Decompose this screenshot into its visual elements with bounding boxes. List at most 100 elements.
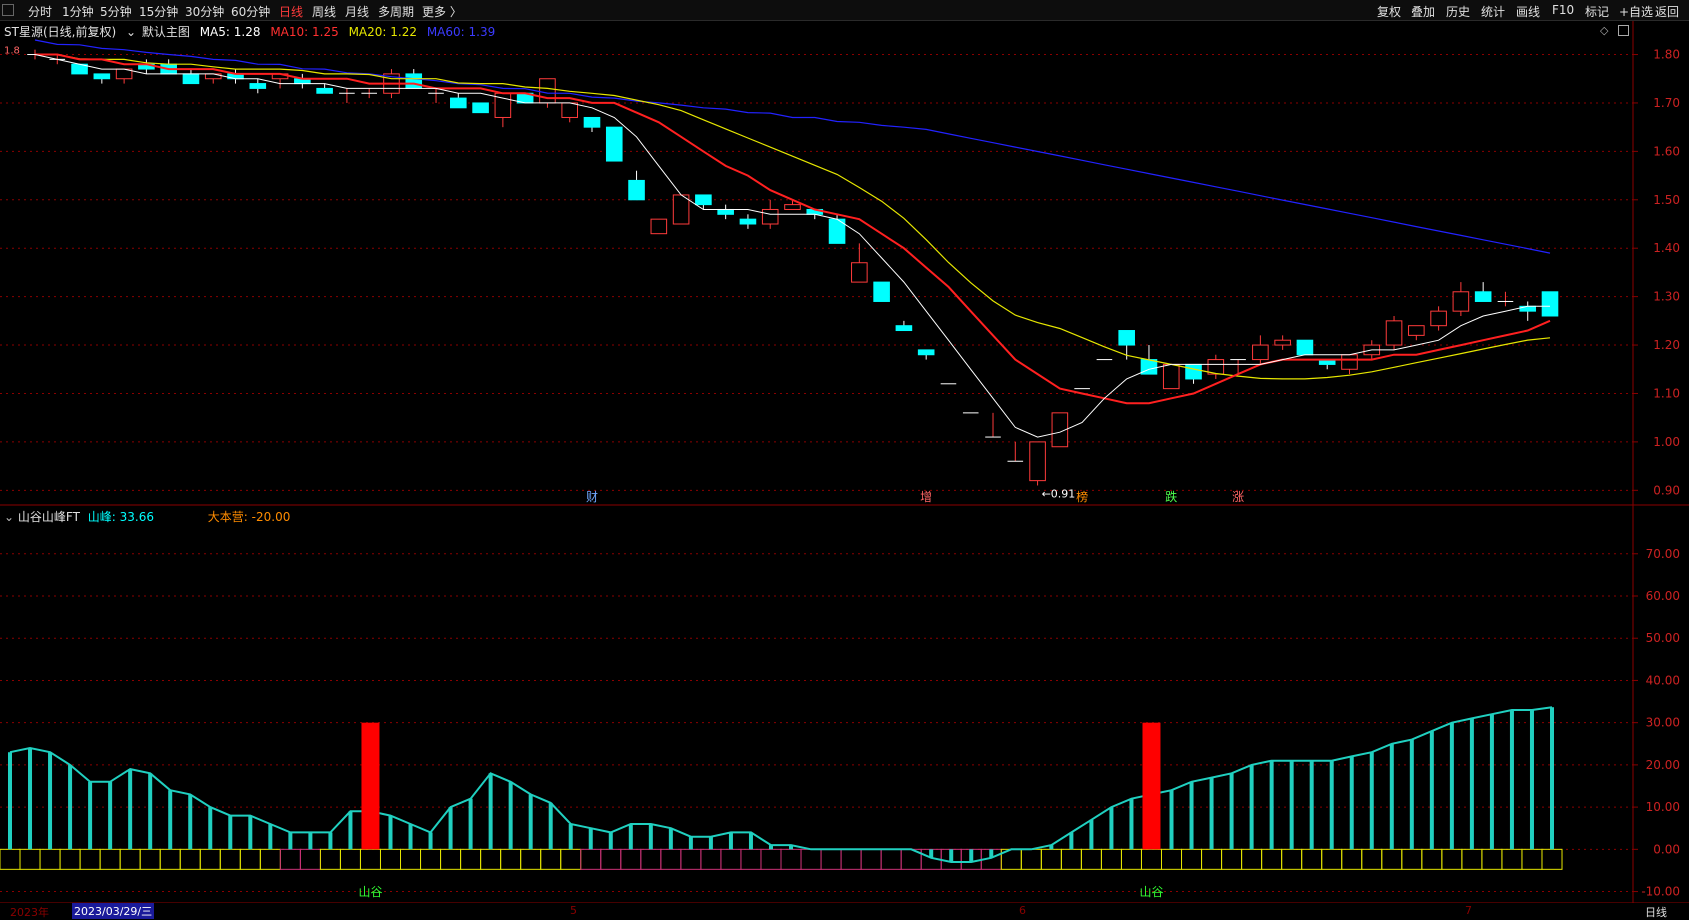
indicator-tick-label: 10.00 <box>1646 800 1680 814</box>
tab-more[interactable]: 更多 〉 <box>422 3 462 20</box>
baseline-cell <box>640 848 662 870</box>
tab-multi-period[interactable]: 多周期 <box>378 3 414 20</box>
indicator-bar <box>1469 718 1474 850</box>
tab-fenshi[interactable]: 分时 <box>28 3 52 20</box>
baseline-cell <box>1421 848 1443 870</box>
indicator-bar <box>1309 760 1314 850</box>
baseline-cell <box>99 848 121 870</box>
candle-body <box>1296 339 1314 356</box>
candle-body <box>650 218 668 235</box>
baseline-cell <box>1281 848 1303 870</box>
indicator-bar <box>989 849 994 858</box>
price-tick-label: 1.10 <box>1653 386 1680 400</box>
indicator-bar <box>1550 707 1554 850</box>
baseline-cell <box>59 848 81 870</box>
candle-body <box>249 83 267 89</box>
baseline-cell <box>780 848 802 870</box>
candle-body <box>1452 291 1470 312</box>
stats-button[interactable]: 统计 <box>1481 3 1505 20</box>
ma5-value: MA5: 1.28 <box>199 25 261 39</box>
indicator-tick-label: 40.00 <box>1646 673 1680 687</box>
window-icon[interactable] <box>2 4 14 16</box>
fuquan-button[interactable]: 复权 <box>1377 3 1401 20</box>
candle-body <box>1162 363 1180 390</box>
baseline-cell <box>740 848 762 870</box>
baseline-cell <box>620 848 642 870</box>
stock-title: ST星源(日线,前复权) <box>4 25 117 39</box>
indicator-bar <box>328 832 333 850</box>
baseline-cell <box>1181 848 1203 870</box>
indicator-bar <box>1189 781 1194 850</box>
candle-body <box>1252 344 1269 361</box>
price-tick-label: 1.00 <box>1653 435 1680 449</box>
baseline-cell <box>259 848 281 870</box>
baseline-cell <box>79 848 101 870</box>
baseline-cell <box>1020 848 1042 870</box>
indicator-bar <box>1069 832 1074 850</box>
indicator-bar <box>668 828 673 850</box>
baseline-cell <box>900 848 922 870</box>
candle-body <box>1318 359 1336 365</box>
baseline-cell <box>720 848 742 870</box>
indicator-bar <box>308 832 313 850</box>
f10-button[interactable]: F10 <box>1552 3 1574 17</box>
diamond-icon[interactable]: ◇ <box>1600 24 1608 37</box>
tab-60min[interactable]: 60分钟 <box>231 3 270 20</box>
baseline-cell <box>0 848 21 870</box>
baseline-cell <box>1461 848 1483 870</box>
indicator-bar <box>188 794 193 850</box>
baseline-cell <box>700 848 722 870</box>
ma5-line <box>34 54 1550 438</box>
tab-weekly[interactable]: 周线 <box>312 3 336 20</box>
chevron-down-icon[interactable]: ⌄ <box>4 510 14 524</box>
baseline-cell <box>1441 848 1463 870</box>
baseline-cell <box>860 848 882 870</box>
tab-1min[interactable]: 1分钟 <box>62 3 94 20</box>
back-button[interactable]: 返回 <box>1655 3 1679 20</box>
indicator-bar <box>508 781 513 850</box>
draw-line-button[interactable]: 画线 <box>1516 3 1540 20</box>
indicator-tick-label: 0.00 <box>1653 842 1680 856</box>
indicator-bar <box>388 815 393 850</box>
indicator-name[interactable]: 山谷山峰FT <box>18 510 80 524</box>
ma10-value: MA10: 1.25 <box>270 25 339 39</box>
overlay-button[interactable]: 叠加 <box>1411 3 1435 20</box>
candle-body <box>873 281 890 302</box>
tab-daily[interactable]: 日线 <box>279 3 303 20</box>
baseline-cell <box>940 848 962 870</box>
add-watchlist-button[interactable]: +自选 <box>1619 3 1653 20</box>
baseline-cell <box>1080 848 1102 870</box>
indicator-bar <box>48 752 53 850</box>
baseline-cell <box>1361 848 1383 870</box>
mark-button[interactable]: 标记 <box>1585 3 1609 20</box>
baseline-cell <box>1160 848 1183 870</box>
baseline-cell <box>1040 848 1062 870</box>
baseline-cell <box>840 848 862 870</box>
candle-body <box>828 218 846 244</box>
indicator-bar <box>688 836 693 850</box>
tab-monthly[interactable]: 月线 <box>345 3 369 20</box>
indicator-tick-label: -10.00 <box>1641 885 1680 899</box>
baseline-cell <box>980 848 1002 870</box>
valley-label: 山谷 <box>358 885 382 899</box>
baseline-cell <box>1301 848 1323 870</box>
tab-5min[interactable]: 5分钟 <box>100 3 132 20</box>
baseline-cell <box>1341 848 1363 870</box>
price-tick-label: 1.30 <box>1653 290 1680 304</box>
period-label[interactable]: 日线 <box>1645 904 1667 920</box>
price-tick-label: 1.60 <box>1653 144 1680 158</box>
tab-15min[interactable]: 15分钟 <box>139 3 178 20</box>
history-button[interactable]: 历史 <box>1446 3 1470 20</box>
chevron-down-icon[interactable]: ⌄ <box>126 25 136 39</box>
ma10-line <box>35 53 1551 405</box>
candle-body <box>138 63 155 70</box>
baseline-cell <box>1140 848 1162 870</box>
window-icon[interactable] <box>1618 25 1629 36</box>
month-label: 5 <box>570 904 577 917</box>
baseline-cell <box>359 848 381 870</box>
price-tick-label: 0.90 <box>1653 483 1680 497</box>
chart-template-label[interactable]: 默认主图 <box>142 25 190 39</box>
candle-body <box>895 325 913 332</box>
tab-30min[interactable]: 30分钟 <box>185 3 224 20</box>
baseline-cell <box>480 848 502 870</box>
